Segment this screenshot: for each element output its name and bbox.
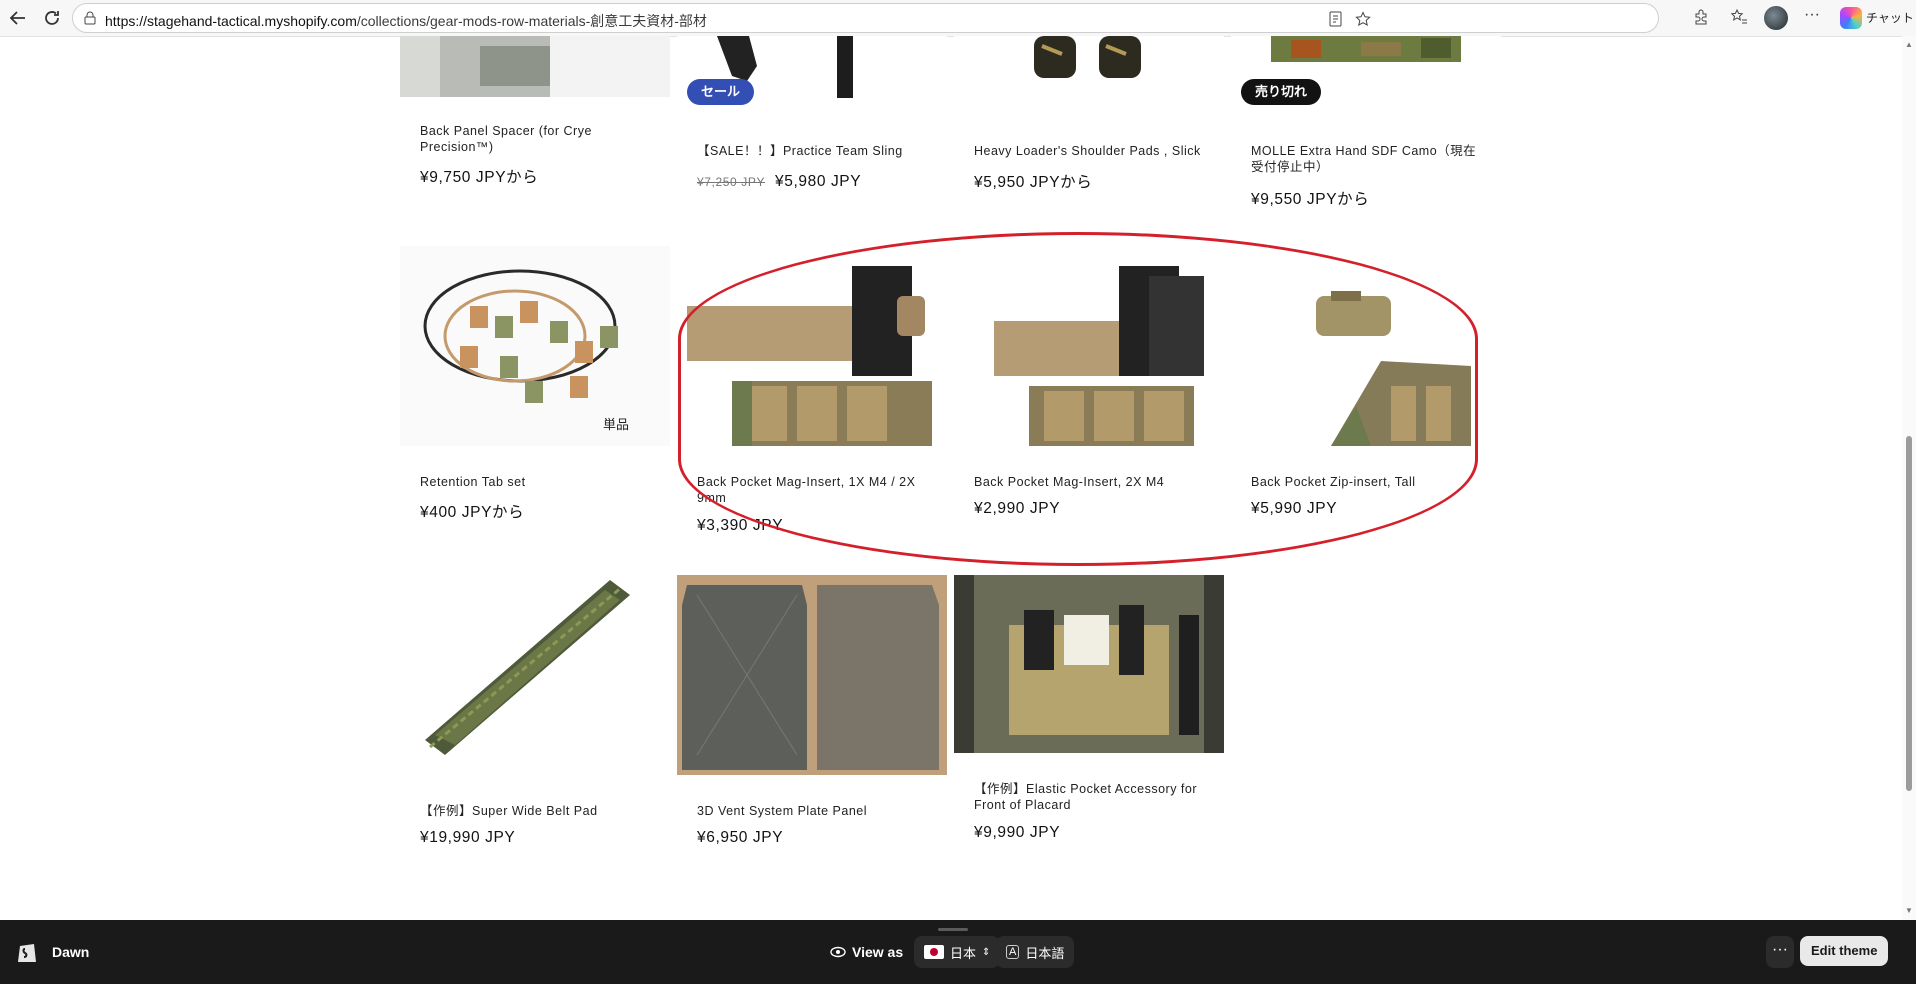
product-price: ¥9,550 JPYから xyxy=(1251,187,1369,209)
extensions-icon[interactable] xyxy=(1692,8,1710,31)
price-value: ¥9,550 JPYから xyxy=(1251,191,1370,208)
product-image[interactable] xyxy=(677,246,947,446)
price-value: ¥400 JPYから xyxy=(420,504,525,521)
product-title[interactable]: 3D Vent System Plate Panel xyxy=(697,803,932,819)
back-icon[interactable] xyxy=(6,6,30,30)
product-price: ¥9,750 JPYから xyxy=(420,165,538,187)
product-price: ¥6,950 JPY xyxy=(697,829,783,847)
product-title[interactable]: Back Panel Spacer (for Crye Precision™) xyxy=(420,123,655,155)
old-price: ¥7,250 JPY xyxy=(697,175,766,189)
country-selector[interactable]: 日本 ⇕ xyxy=(914,936,1001,968)
chevron-updown-icon: ⇕ xyxy=(982,946,991,958)
url-host: https://stagehand-tactical.myshopify.com xyxy=(105,13,357,29)
product-price: ¥3,390 JPY xyxy=(697,517,783,535)
view-as-text: View as xyxy=(852,944,904,960)
price-value: ¥9,990 JPY xyxy=(974,824,1061,841)
product-price: ¥5,990 JPY xyxy=(1251,500,1337,518)
product-title[interactable]: Back Pocket Mag-Insert, 2X M4 xyxy=(974,474,1209,490)
japan-flag-icon xyxy=(924,945,944,959)
product-image[interactable]: 単品 xyxy=(400,246,670,446)
scroll-up-icon[interactable]: ▲ xyxy=(1905,40,1913,49)
shopify-logo-icon xyxy=(16,940,38,969)
language-label: 日本語 xyxy=(1025,945,1065,961)
price-value: ¥19,990 JPY xyxy=(420,829,516,846)
address-bar[interactable]: https://stagehand-tactical.myshopify.com… xyxy=(72,3,1659,33)
drag-handle[interactable] xyxy=(938,928,968,931)
favorites-icon[interactable] xyxy=(1730,8,1748,31)
sale-badge: セール xyxy=(687,79,755,105)
edit-theme-button[interactable]: Edit theme xyxy=(1800,936,1889,966)
product-title[interactable]: Heavy Loader's Shoulder Pads , Slick xyxy=(974,143,1209,159)
page-scrollbar[interactable]: ▲ ▼ xyxy=(1902,36,1916,920)
scroll-thumb[interactable] xyxy=(1906,436,1912,791)
price-value: ¥6,950 JPY xyxy=(697,829,784,846)
image-caption: 単品 xyxy=(603,417,630,432)
product-image[interactable] xyxy=(677,575,947,775)
product-price: ¥9,990 JPY xyxy=(974,824,1060,842)
product-title[interactable]: 【作例】Super Wide Belt Pad xyxy=(420,803,655,819)
copilot-icon[interactable] xyxy=(1840,7,1862,29)
product-price: ¥2,990 JPY xyxy=(974,500,1060,518)
product-title[interactable]: 【作例】Elastic Pocket Accessory for Front o… xyxy=(974,781,1209,813)
theme-preview-bar: Dawn View as 日本 ⇕ A 日本語 ··· Edit theme xyxy=(0,920,1916,984)
scroll-down-icon[interactable]: ▼ xyxy=(1905,906,1913,915)
profile-avatar[interactable] xyxy=(1764,6,1788,30)
language-selector[interactable]: A 日本語 xyxy=(996,936,1075,968)
product-image[interactable] xyxy=(400,36,670,97)
price-value: ¥9,750 JPYから xyxy=(420,169,539,186)
product-price: ¥7,250 JPY ¥5,980 JPY xyxy=(697,173,861,191)
browser-toolbar: https://stagehand-tactical.myshopify.com… xyxy=(0,0,1916,37)
product-image[interactable] xyxy=(954,575,1224,753)
eye-icon xyxy=(830,946,846,958)
theme-name: Dawn xyxy=(52,944,90,960)
price-value: ¥5,950 JPYから xyxy=(974,174,1093,191)
translate-icon: A xyxy=(1006,945,1020,959)
product-title[interactable]: 【SALE！！】Practice Team Sling xyxy=(697,143,932,159)
chat-label[interactable]: チャット xyxy=(1866,9,1914,26)
site-info-icon[interactable] xyxy=(83,11,97,30)
url-text: https://stagehand-tactical.myshopify.com… xyxy=(105,11,707,31)
product-price: ¥19,990 JPY xyxy=(420,829,515,847)
more-options-button[interactable]: ··· xyxy=(1766,936,1794,968)
price-value: ¥3,390 JPY xyxy=(697,517,784,534)
price-value: ¥5,980 JPY xyxy=(775,173,862,190)
price-value: ¥2,990 JPY xyxy=(974,500,1061,517)
url-path: /collections/gear-mods-row-materials-創意工… xyxy=(356,13,707,29)
product-price: ¥400 JPYから xyxy=(420,500,524,522)
product-image[interactable] xyxy=(1231,246,1501,446)
product-title[interactable]: Back Pocket Mag-Insert, 1X M4 / 2X 9mm xyxy=(697,474,932,506)
favorite-star-icon[interactable] xyxy=(1355,11,1371,32)
product-price: ¥5,950 JPYから xyxy=(974,170,1092,192)
product-image[interactable] xyxy=(954,246,1224,446)
product-title[interactable]: MOLLE Extra Hand SDF Camo（現在受付停止中） xyxy=(1251,143,1486,175)
country-label: 日本 xyxy=(950,945,977,961)
product-title[interactable]: Back Pocket Zip-insert, Tall xyxy=(1251,474,1486,490)
settings-more-icon[interactable]: ··· xyxy=(1804,6,1820,24)
reader-mode-icon[interactable] xyxy=(1329,11,1343,32)
product-image[interactable] xyxy=(954,36,1224,116)
refresh-icon[interactable] xyxy=(40,6,64,30)
view-as-label: View as xyxy=(830,944,903,960)
product-title[interactable]: Retention Tab set xyxy=(420,474,655,490)
sold-out-badge: 売り切れ xyxy=(1241,79,1322,105)
product-image[interactable] xyxy=(400,575,670,775)
price-value: ¥5,990 JPY xyxy=(1251,500,1338,517)
